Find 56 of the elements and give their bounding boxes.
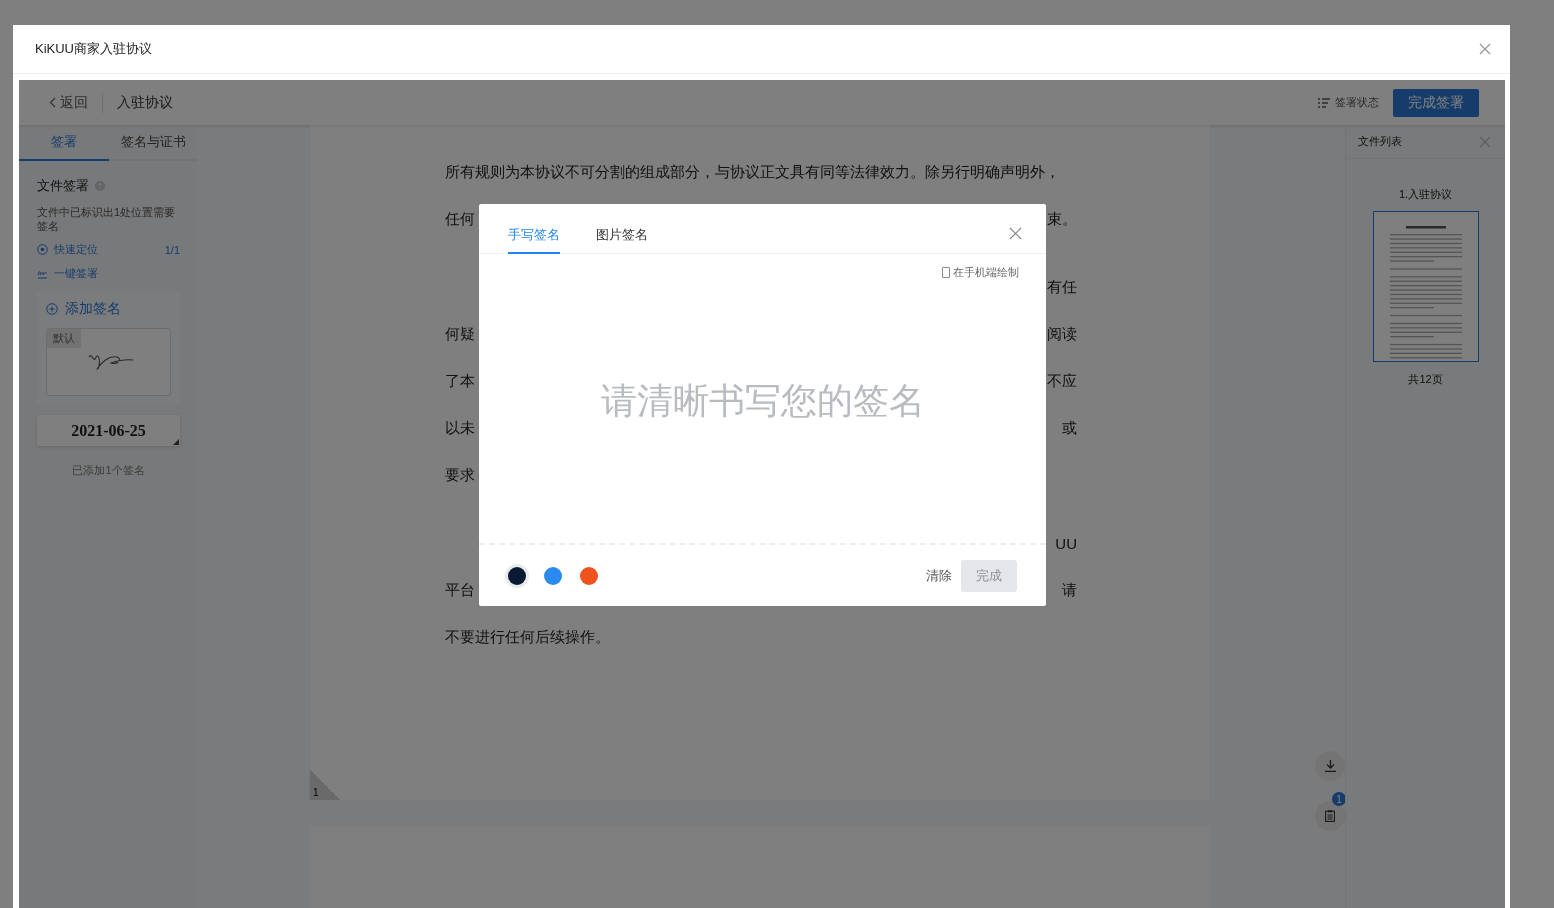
sidebar-action-link[interactable]: 快速定位 (37, 242, 98, 257)
document-text: 不要进行任何后续操作。 (445, 628, 610, 647)
notes-button[interactable] (1315, 801, 1345, 831)
document-text: 阅读 (1047, 325, 1077, 344)
dialog-title: KiKUU商家入驻协议 (35, 40, 152, 58)
document-text: 何疑 (445, 325, 475, 344)
download-button[interactable] (1315, 751, 1345, 781)
clear-button[interactable]: 清除 (926, 566, 952, 585)
match-count: 1/1 (164, 243, 180, 256)
checkbox-label[interactable]: 在手机端绘制 (953, 265, 1019, 280)
pen-color-swatch[interactable] (580, 566, 598, 585)
close-button[interactable] (1479, 43, 1491, 55)
pen-color-swatch[interactable] (544, 566, 562, 585)
add-signature-button[interactable]: 添加签名 (46, 300, 121, 318)
signature-placeholder: 请清晰书写您的签名 (600, 379, 925, 423)
document-title: 入驻协议 (117, 93, 173, 112)
signature-canvas[interactable]: 在手机端绘制 请清晰书写您的签名 (479, 254, 1046, 545)
list-icon (1318, 97, 1330, 108)
document-text: 要求 (445, 466, 475, 485)
sign-status-button[interactable]: 签署状态 (1318, 95, 1379, 110)
target-icon (37, 244, 48, 255)
plus-circle-icon (46, 303, 58, 315)
finish-signing-button[interactable]: 完成签署 (1393, 88, 1479, 117)
notice-text: 文件中已标识出1处位置需要签名 (37, 205, 177, 233)
download-icon (1324, 760, 1336, 772)
notification-badge: 1 (1332, 792, 1345, 806)
document-text: 所有规则为本协议不可分割的组成部分，与协议正文具有同等法律效力。除另行明确声明外， (445, 163, 1060, 182)
date-stamp[interactable]: 2021-06-25 (37, 415, 180, 446)
file-name[interactable]: 1.入驻协议 (1398, 187, 1453, 202)
pen-color-swatch[interactable] (508, 566, 526, 585)
sidebar-action-link[interactable]: 一键签署 (37, 266, 98, 281)
signature-preview[interactable]: 默认 (46, 328, 171, 396)
signature-icon (37, 268, 48, 279)
document-text: 不应 (1047, 372, 1077, 391)
document-text: 束。 (1047, 210, 1077, 229)
document-text: UU (1055, 535, 1077, 552)
dialog-tab[interactable]: 图片签名 (596, 226, 648, 254)
document-text: 有任 (1047, 278, 1077, 297)
section-title: 文件签署 (37, 177, 89, 195)
dialog-tab[interactable]: 手写签名 (508, 226, 560, 254)
document-text: 任何 (445, 210, 475, 229)
clipboard-icon (1325, 810, 1335, 822)
checkbox[interactable] (942, 267, 950, 278)
page-count: 共12页 (1407, 372, 1444, 387)
sidebar-tab[interactable]: 签署 (19, 125, 109, 161)
back-button[interactable]: 返回 (49, 93, 88, 112)
document-text: 请 (1062, 581, 1077, 600)
document-text: 平台 (445, 581, 475, 600)
document-text: 了本 (445, 372, 475, 391)
chevron-left-icon (49, 97, 56, 108)
default-tag: 默认 (47, 329, 81, 348)
sidebar-tab[interactable]: 签名与证书 (109, 125, 197, 161)
document-text: 或 (1062, 419, 1077, 438)
panel-title: 文件列表 (1358, 134, 1402, 149)
document-text: 以未 (445, 419, 475, 438)
close-button[interactable] (1009, 227, 1022, 240)
